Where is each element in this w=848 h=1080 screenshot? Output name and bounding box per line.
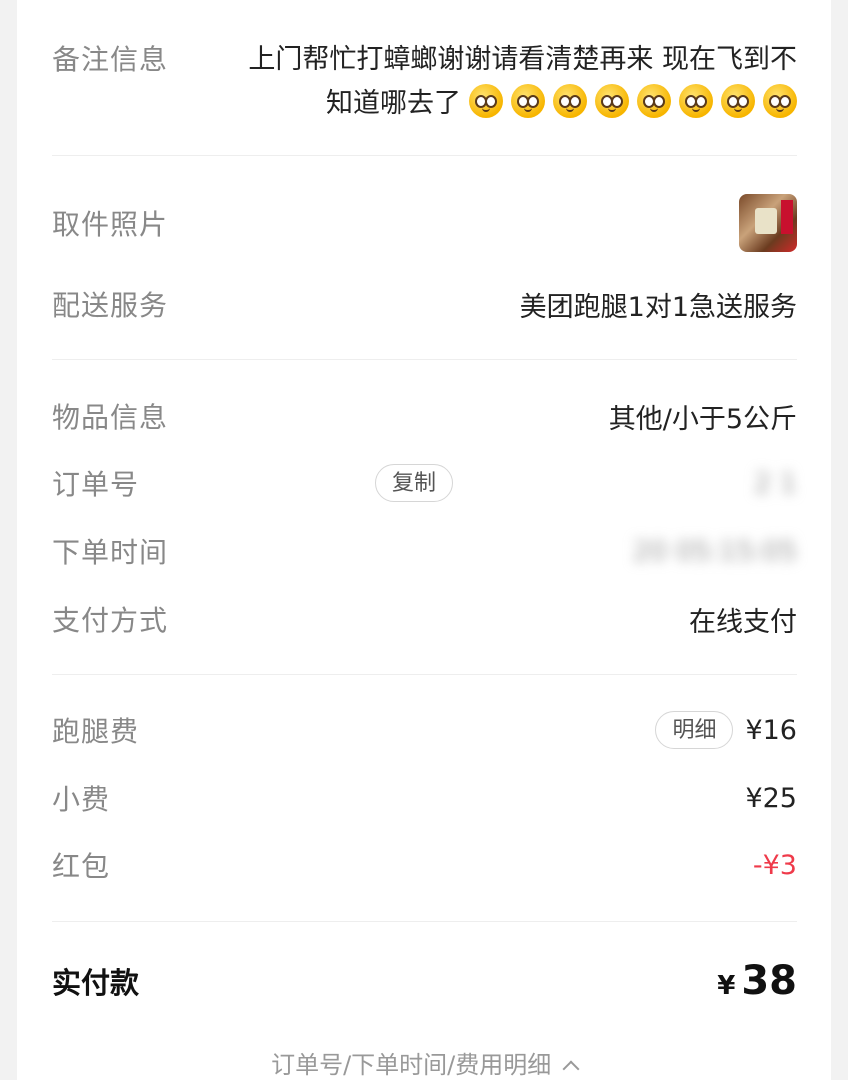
errand-fee-label: 跑腿费 — [52, 715, 140, 748]
pleading-face-emoji-icon — [595, 84, 629, 118]
payment-method-label: 支付方式 — [52, 604, 169, 637]
chevron-up-icon — [562, 1060, 580, 1078]
order-number-label: 订单号 — [52, 468, 140, 501]
order-detail-card: 备注信息 上门帮忙打蟑螂谢谢请看清楚再来 现在飞到不 知道哪去了 取件照片 配送… — [17, 0, 831, 1080]
fee-detail-button[interactable]: 明细 — [655, 711, 734, 749]
total-amount: 38 — [741, 958, 797, 1004]
red-packet-label: 红包 — [52, 850, 111, 883]
remark-row: 备注信息 上门帮忙打蟑螂谢谢请看清楚再来 现在飞到不 知道哪去了 — [52, 38, 797, 126]
pleading-face-emoji-icon — [763, 84, 797, 118]
order-summary-toggle-label: 订单号/下单时间/费用明细 — [271, 1051, 552, 1079]
divider — [52, 674, 797, 675]
payment-method-row: 支付方式 在线支付 — [52, 599, 797, 639]
delivery-service-value: 美团跑腿1对1急送服务 — [519, 291, 797, 323]
order-summary-toggle[interactable]: 订单号/下单时间/费用明细 — [17, 1045, 831, 1080]
item-info-label: 物品信息 — [52, 401, 169, 434]
copy-button[interactable]: 复制 — [374, 464, 453, 502]
order-time-row: 下单时间 20 05:15:05 — [52, 531, 797, 571]
errand-fee-group: 明细 ¥16 — [655, 711, 797, 749]
order-number-value: 2 1 — [754, 467, 797, 499]
item-info-value: 其他/小于5公斤 — [608, 403, 797, 435]
errand-fee-row: 跑腿费 明细 ¥16 — [52, 710, 797, 750]
pickup-photo-thumbnail[interactable] — [739, 194, 797, 252]
tip-label: 小费 — [52, 783, 111, 816]
remark-text-line2: 知道哪去了 — [187, 82, 797, 126]
divider — [52, 359, 797, 360]
tip-value: ¥25 — [745, 782, 797, 814]
pickup-photo-row: 取件照片 — [52, 194, 797, 252]
total-currency: ¥ — [717, 971, 736, 1001]
divider — [52, 921, 797, 922]
red-packet-value: -¥3 — [752, 849, 797, 881]
item-info-row: 物品信息 其他/小于5公斤 — [52, 396, 797, 436]
remark-text: 上门帮忙打蟑螂谢谢请看清楚再来 现在飞到不 知道哪去了 — [187, 38, 797, 126]
tip-row: 小费 ¥25 — [52, 778, 797, 818]
remark-text-line1: 上门帮忙打蟑螂谢谢请看清楚再来 现在飞到不 — [248, 44, 797, 75]
order-number-row: 订单号 复制 2 1 — [52, 463, 797, 503]
errand-fee-value: ¥16 — [745, 714, 797, 746]
divider — [52, 155, 797, 156]
pleading-face-emoji-icon — [721, 84, 755, 118]
total-row: 实付款 ¥38 — [52, 958, 797, 1004]
payment-method-value: 在线支付 — [689, 606, 797, 638]
pleading-face-emoji-icon — [469, 84, 503, 118]
remark-text-line2-text: 知道哪去了 — [326, 88, 461, 119]
pleading-face-emoji-icon — [553, 84, 587, 118]
pleading-face-emoji-icon — [511, 84, 545, 118]
delivery-service-label: 配送服务 — [52, 289, 169, 322]
pleading-face-emoji-icon — [637, 84, 671, 118]
pleading-face-emoji-icon — [679, 84, 713, 118]
order-time-value: 20 05:15:05 — [632, 535, 797, 567]
remark-label: 备注信息 — [52, 43, 169, 76]
pickup-photo-label: 取件照片 — [52, 208, 169, 241]
order-number-group: 复制 2 1 — [374, 464, 797, 502]
red-packet-row: 红包 -¥3 — [52, 845, 797, 885]
delivery-service-row: 配送服务 美团跑腿1对1急送服务 — [52, 284, 797, 324]
total-label: 实付款 — [52, 966, 140, 1000]
total-value: ¥38 — [717, 958, 797, 1004]
order-time-label: 下单时间 — [52, 536, 169, 569]
